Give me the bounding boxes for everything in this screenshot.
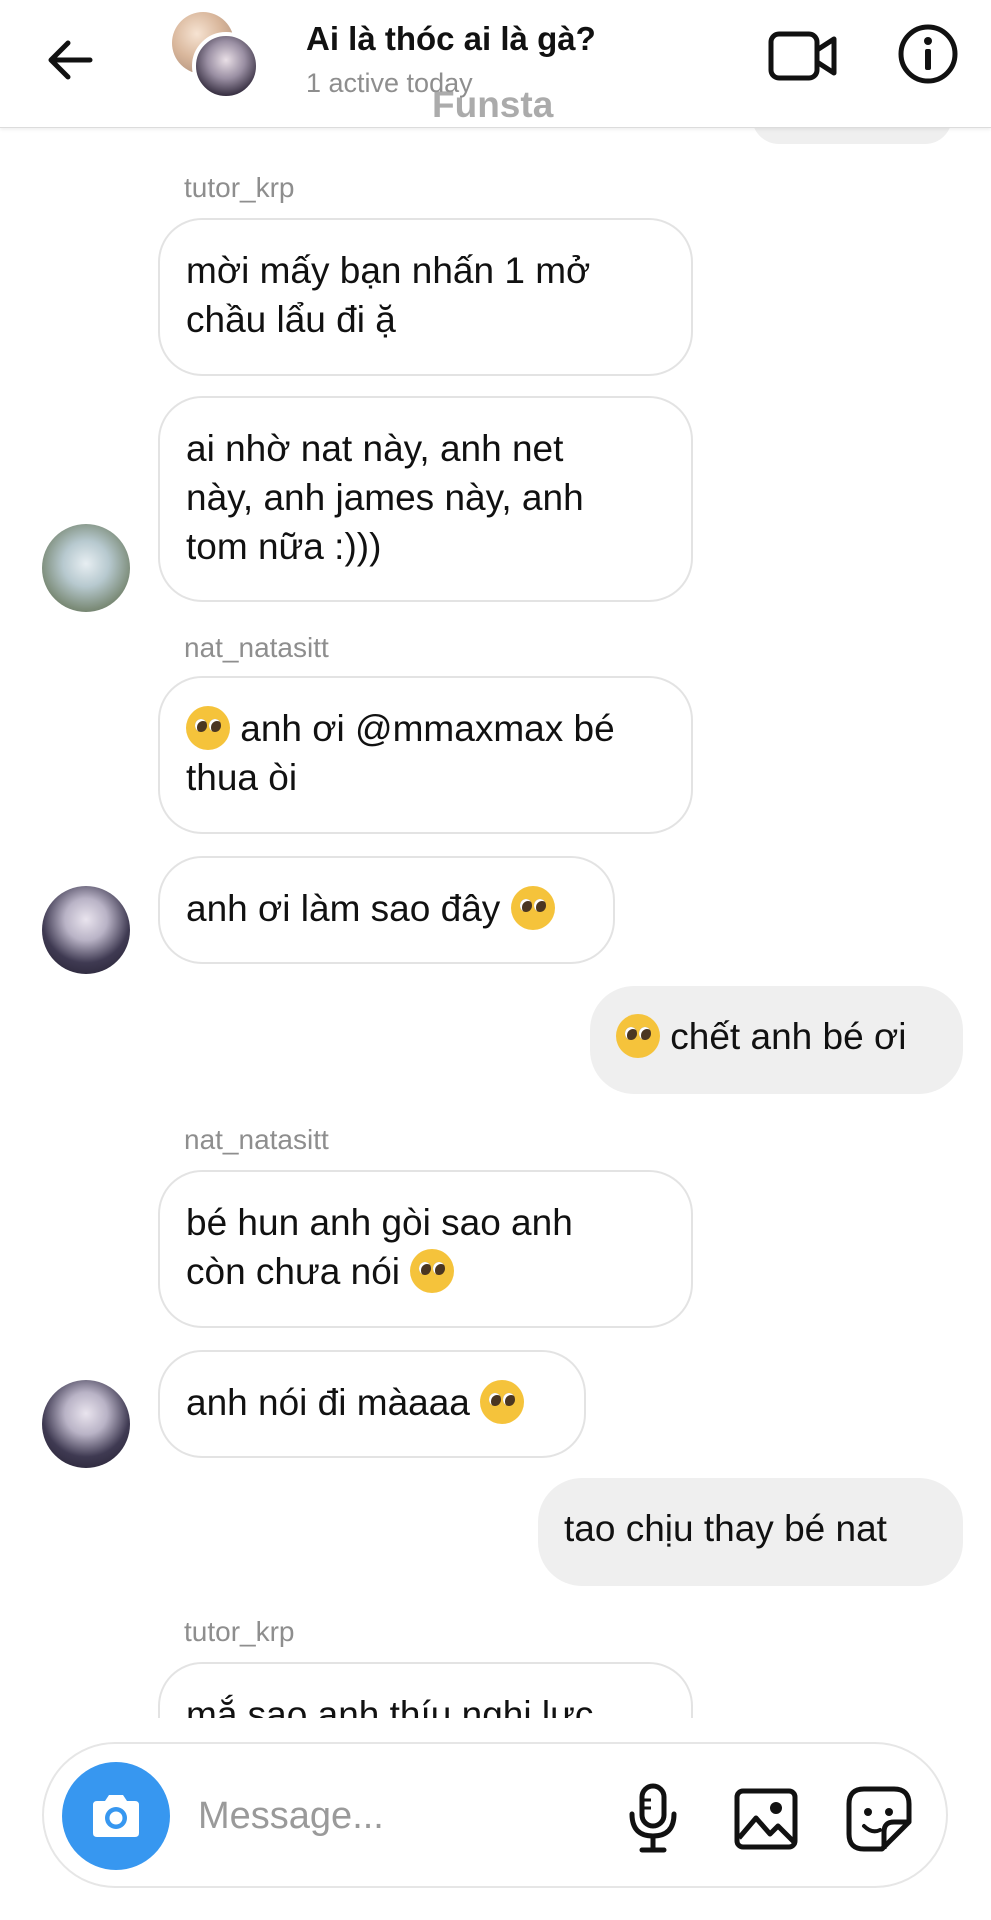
message-bubble[interactable]: anh ơi @mmaxmax bé thua òi bbox=[158, 676, 693, 834]
pleading-face-emoji bbox=[410, 1249, 455, 1293]
sender-name: tutor_krp bbox=[184, 172, 295, 203]
message-bubble[interactable]: tao chịu thay bé nat bbox=[538, 1478, 963, 1586]
message-text: chết anh bé ơi bbox=[660, 1016, 907, 1057]
info-button[interactable] bbox=[896, 22, 960, 86]
message-bubble[interactable]: mời mấy bạn nhấn 1 mở chầu lẩu đi ặ bbox=[158, 218, 693, 376]
chat-title[interactable]: Ai là thóc ai là gà? bbox=[306, 20, 596, 58]
message-text: anh nói đi màaaa bbox=[186, 1382, 481, 1423]
message-text: anh ơi làm sao đây bbox=[186, 888, 511, 929]
voice-message-button[interactable] bbox=[618, 1782, 688, 1854]
message-bubble[interactable]: ai nhờ nat này, anh net này, anh james n… bbox=[158, 396, 693, 602]
smiling-face-with-tear-emoji bbox=[616, 1014, 660, 1058]
sticker-button[interactable] bbox=[844, 1784, 914, 1854]
message-bubble[interactable]: mắ sao anh thíu nghị lực bbox=[158, 1662, 693, 1718]
message-bubble[interactable]: chết anh bé ơi bbox=[590, 986, 963, 1094]
message-list[interactable]: tutor_krp mời mấy bạn nhấn 1 mở chầu lẩu… bbox=[0, 128, 991, 1718]
message-input[interactable] bbox=[198, 1788, 578, 1844]
pleading-face-emoji bbox=[186, 706, 230, 750]
message-bubble[interactable]: anh nói đi màaaa bbox=[158, 1350, 586, 1458]
sender-avatar[interactable] bbox=[42, 1380, 130, 1468]
message-bubble[interactable]: anh ơi làm sao đây bbox=[158, 856, 615, 964]
sender-avatar[interactable] bbox=[42, 524, 130, 612]
info-icon bbox=[898, 24, 958, 84]
sticker-icon bbox=[846, 1786, 912, 1852]
video-call-button[interactable] bbox=[768, 26, 838, 86]
message-bubble[interactable]: bé hun anh gòi sao anh còn chưa nói bbox=[158, 1170, 693, 1328]
pleading-face-emoji bbox=[480, 1380, 525, 1424]
video-camera-icon bbox=[768, 31, 837, 81]
gallery-button[interactable] bbox=[732, 1784, 802, 1854]
sender-name: nat_natasitt bbox=[184, 632, 329, 663]
message-text: bé hun anh gòi sao anh còn chưa nói bbox=[186, 1202, 573, 1292]
sender-avatar[interactable] bbox=[42, 886, 130, 974]
message-text: anh ơi @mmaxmax bé thua òi bbox=[186, 708, 615, 798]
arrow-left-icon bbox=[48, 40, 93, 80]
sender-name: nat_natasitt bbox=[184, 1124, 329, 1155]
message-composer bbox=[42, 1742, 948, 1888]
watermark: Funsta bbox=[432, 84, 554, 125]
sender-name: tutor_krp bbox=[184, 1616, 295, 1647]
camera-button[interactable] bbox=[62, 1762, 170, 1870]
group-avatar[interactable] bbox=[172, 12, 262, 102]
back-button[interactable] bbox=[40, 30, 100, 90]
microphone-icon bbox=[629, 1783, 677, 1853]
image-icon bbox=[734, 1788, 798, 1850]
member-avatar bbox=[192, 32, 260, 100]
camera-icon bbox=[93, 1795, 139, 1837]
pleading-face-emoji bbox=[510, 886, 555, 930]
